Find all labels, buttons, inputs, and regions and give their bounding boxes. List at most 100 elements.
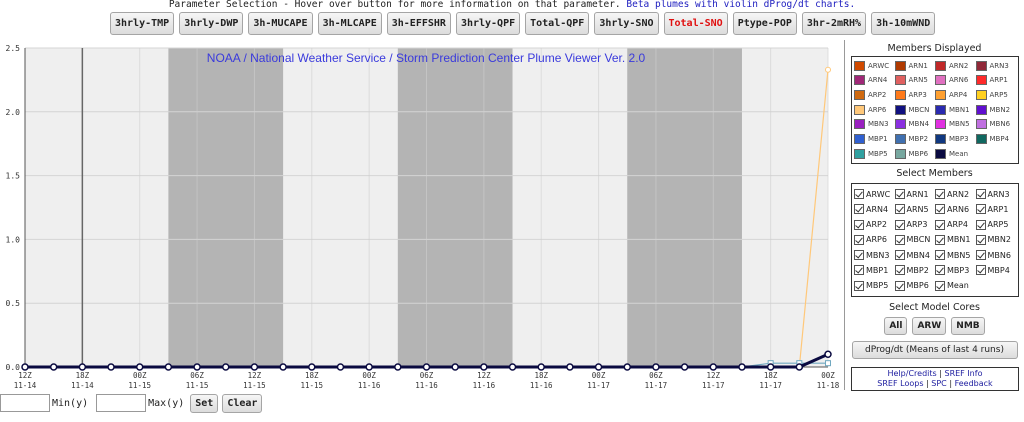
set-button[interactable]: Set xyxy=(190,393,219,413)
member-checkbox-mbp5[interactable]: MBP5 xyxy=(854,279,895,293)
member-checkbox-mbn6[interactable]: MBN6 xyxy=(975,248,1017,262)
member-checkbox-arn3[interactable]: ARN3 xyxy=(975,187,1017,201)
legend-swatch xyxy=(894,89,906,100)
data-point-mean xyxy=(766,363,775,371)
max-y-input[interactable] xyxy=(96,394,147,412)
member-checkbox-arp6[interactable]: ARP6 xyxy=(854,233,895,247)
member-checkbox-arp2[interactable]: ARP2 xyxy=(854,218,895,232)
x-tick-hour: 00Z xyxy=(362,371,376,380)
checkbox-checked[interactable] xyxy=(854,204,864,215)
legend-item: MBN4 xyxy=(894,119,936,130)
checkbox-checked[interactable] xyxy=(975,204,986,215)
member-checkbox-mbn5[interactable]: MBN5 xyxy=(935,248,976,262)
member-checkbox-arwc[interactable]: ARWC xyxy=(854,187,895,201)
feedback-link[interactable]: Feedback xyxy=(955,379,993,388)
param-button-3hrly-tmp[interactable]: 3hrly-TMP xyxy=(110,12,175,35)
member-checkbox-mbp2[interactable]: MBP2 xyxy=(894,263,936,277)
core-button-all[interactable]: All xyxy=(884,317,908,335)
member-checkbox-mbn2[interactable]: MBN2 xyxy=(975,233,1017,247)
param-button-3h-mlcape[interactable]: 3h-MLCAPE xyxy=(317,12,382,35)
checkbox-checked[interactable] xyxy=(975,219,986,230)
checkbox-checked[interactable] xyxy=(935,234,945,245)
member-checkbox-mbn1[interactable]: MBN1 xyxy=(935,233,976,247)
min-y-input[interactable] xyxy=(0,394,50,412)
checkbox-checked[interactable] xyxy=(975,189,986,199)
member-checkbox-arn2[interactable]: ARN2 xyxy=(935,187,976,201)
help-credits-link[interactable]: Help/Credits xyxy=(888,369,937,378)
checkbox-checked[interactable] xyxy=(854,234,864,245)
member-checkbox-arp4[interactable]: ARP4 xyxy=(935,218,976,232)
dprog-dt-button[interactable]: dProg/dt (Means of last 4 runs) xyxy=(851,341,1018,359)
checkbox-checked[interactable] xyxy=(935,280,945,291)
data-point-mean xyxy=(336,363,345,371)
sref-info-link[interactable]: SREF Info xyxy=(944,369,982,378)
legend-item: ARP2 xyxy=(854,89,895,100)
member-checkbox-mbp4[interactable]: MBP4 xyxy=(975,263,1017,277)
legend-item: ARN5 xyxy=(894,75,936,86)
param-button-3h-10mwnd[interactable]: 3h-10mWND xyxy=(871,12,936,35)
checkbox-checked[interactable] xyxy=(894,250,905,261)
member-checkbox-arn5[interactable]: ARN5 xyxy=(894,202,936,216)
member-checkbox-mean[interactable]: Mean xyxy=(935,279,976,293)
data-point-mean xyxy=(594,363,603,371)
legend-label: MBN1 xyxy=(949,105,970,114)
select-cores-title: Select Model Cores xyxy=(889,302,980,313)
member-checkbox-arn1[interactable]: ARN1 xyxy=(894,187,936,201)
param-button-3hrly-qpf[interactable]: 3hrly-QPF xyxy=(455,12,521,35)
checkbox-checked[interactable] xyxy=(854,250,864,261)
checkbox-checked[interactable] xyxy=(935,219,945,230)
param-button-ptype-pop[interactable]: Ptype-POP xyxy=(732,12,797,35)
member-checkbox-mbp6[interactable]: MBP6 xyxy=(894,279,936,293)
checkbox-checked[interactable] xyxy=(894,189,905,199)
param-button-3hrly-sno[interactable]: 3hrly-SNO xyxy=(594,12,659,35)
checkbox-checked[interactable] xyxy=(935,189,945,199)
checkbox-checked[interactable] xyxy=(975,250,986,261)
member-checkbox-arp1[interactable]: ARP1 xyxy=(975,202,1017,216)
checkbox-checked[interactable] xyxy=(854,280,864,291)
checkbox-checked[interactable] xyxy=(894,204,905,215)
x-tick-date: 11-16 xyxy=(530,381,553,390)
member-checkbox-mbn4[interactable]: MBN4 xyxy=(894,248,936,262)
member-checkbox-mbp3[interactable]: MBP3 xyxy=(935,263,976,277)
member-checkbox-mbp1[interactable]: MBP1 xyxy=(854,263,895,277)
member-checkbox-arp5[interactable]: ARP5 xyxy=(975,218,1017,232)
param-button-total-qpf[interactable]: Total-QPF xyxy=(525,12,590,35)
checkbox-checked[interactable] xyxy=(894,234,905,245)
member-checkbox-arn6[interactable]: ARN6 xyxy=(935,202,976,216)
param-button-3h-effshr[interactable]: 3h-EFFSHR xyxy=(386,12,451,35)
x-tick-date: 11-15 xyxy=(300,381,323,390)
core-button-nmb[interactable]: NMB xyxy=(951,317,985,335)
member-checkbox-arn4[interactable]: ARN4 xyxy=(854,202,895,216)
x-tick-date: 11-16 xyxy=(473,381,496,390)
x-tick-date: 11-16 xyxy=(415,381,438,390)
beta-plumes-link[interactable]: Beta plumes with violin dProg/dt charts. xyxy=(626,0,855,10)
spc-link[interactable]: SPC xyxy=(931,379,947,388)
legend-label: MBN6 xyxy=(989,120,1011,129)
checkbox-checked[interactable] xyxy=(935,265,945,276)
param-button-3h-mucape[interactable]: 3h-MUCAPE xyxy=(248,12,313,35)
checkbox-checked[interactable] xyxy=(854,219,864,230)
member-checkbox-mbn3[interactable]: MBN3 xyxy=(854,248,895,262)
legend-label: ARP3 xyxy=(908,90,927,99)
member-checkbox-arp3[interactable]: ARP3 xyxy=(894,218,936,232)
y-tick-label: 2.5 xyxy=(6,44,21,53)
param-button-3hr-2mrh-[interactable]: 3hr-2mRH% xyxy=(801,12,867,35)
checkbox-checked[interactable] xyxy=(854,189,864,199)
checkbox-checked[interactable] xyxy=(935,250,945,261)
core-button-arw[interactable]: ARW xyxy=(912,317,947,335)
checkbox-checked[interactable] xyxy=(894,219,905,230)
member-checkbox-mbcn[interactable]: MBCN xyxy=(894,233,936,247)
checkbox-checked[interactable] xyxy=(894,280,905,291)
member-checkbox-label: MBN5 xyxy=(947,250,971,260)
clear-button[interactable]: Clear xyxy=(222,393,263,413)
param-button-3hrly-dwp[interactable]: 3hrly-DWP xyxy=(179,12,244,35)
checkbox-checked[interactable] xyxy=(935,204,945,215)
legend-swatch xyxy=(975,134,987,145)
checkbox-checked[interactable] xyxy=(975,234,986,245)
checkbox-checked[interactable] xyxy=(894,265,905,276)
checkbox-checked[interactable] xyxy=(854,265,864,276)
member-checkbox-label: ARN1 xyxy=(906,189,929,199)
sref-loops-link[interactable]: SREF Loops xyxy=(877,379,923,388)
checkbox-checked[interactable] xyxy=(975,265,986,276)
param-button-total-sno[interactable]: Total-SNO xyxy=(663,12,728,35)
